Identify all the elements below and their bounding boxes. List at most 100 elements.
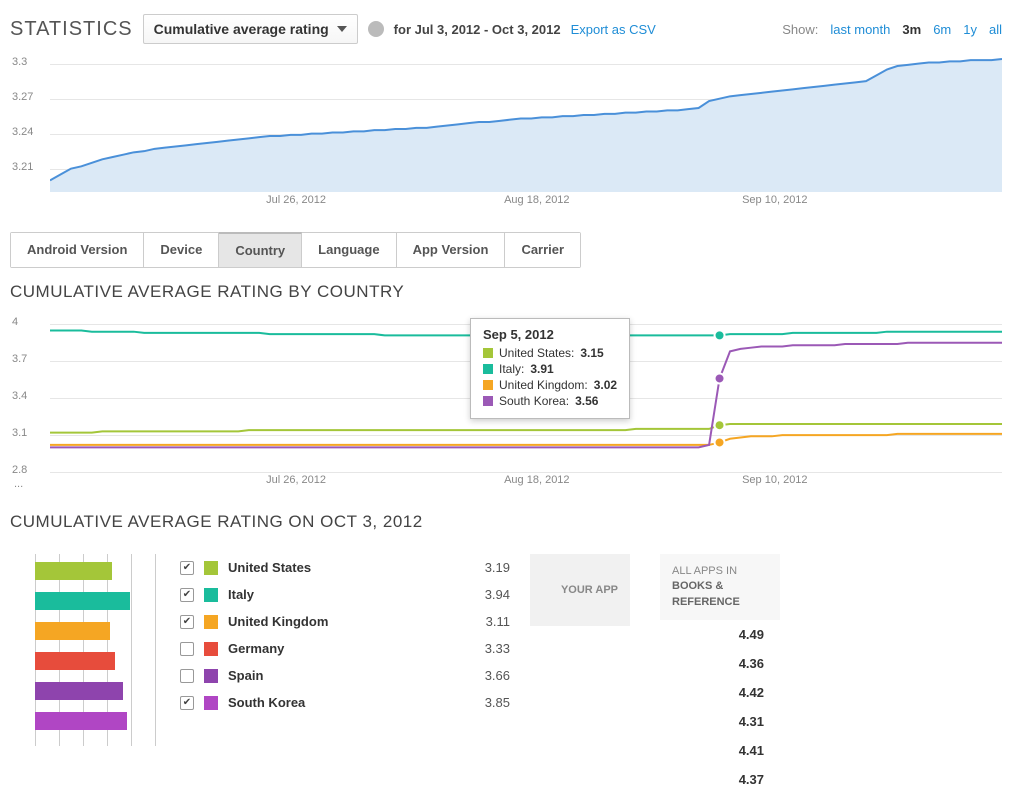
reference-value: 4.42: [660, 678, 780, 707]
x-tick-label: Sep 10, 2012: [742, 194, 807, 206]
country-name: Germany: [228, 641, 450, 656]
page-title: STATISTICS: [10, 18, 133, 41]
country-name: South Korea: [228, 695, 450, 710]
mini-bar: [35, 622, 110, 640]
legend-swatch: [204, 669, 218, 683]
country-checkbox[interactable]: [180, 696, 194, 710]
legend-swatch: [204, 696, 218, 710]
snapshot-comparison: United States 3.19 Italy 3.94 United Kingdom…: [10, 554, 1002, 794]
range-1y[interactable]: 1y: [963, 22, 977, 37]
country-checkbox[interactable]: [180, 561, 194, 575]
reference-values: 4.494.364.424.314.414.37: [660, 620, 780, 794]
legend-swatch: [204, 642, 218, 656]
x-tick-label: Aug 18, 2012: [504, 474, 569, 486]
your-app-value: 3.33: [460, 641, 510, 656]
tooltip-date: Sep 5, 2012: [483, 327, 617, 342]
tab-language[interactable]: Language: [302, 233, 396, 267]
axis-ellipsis: ...: [14, 478, 23, 490]
date-range-label: for Jul 3, 2012 - Oct 3, 2012: [394, 22, 561, 37]
tooltip-series-value: 3.15: [580, 346, 603, 360]
reference-value: 4.36: [660, 649, 780, 678]
country-rating-chart: 2.83.13.43.74 Jul 26, 2012Aug 18, 2012Se…: [10, 312, 1002, 492]
legend-swatch: [204, 615, 218, 629]
tooltip-row: South Korea: 3.56: [483, 394, 617, 408]
country-row: United States 3.19: [180, 554, 510, 581]
y-tick-label: 3.7: [12, 353, 27, 365]
tooltip-row: Italy: 3.91: [483, 362, 617, 376]
country-checkbox[interactable]: [180, 642, 194, 656]
country-checkbox[interactable]: [180, 615, 194, 629]
range-last-month[interactable]: last month: [830, 22, 890, 37]
y-tick-label: 3.21: [12, 161, 33, 173]
section-title-by-country: CUMULATIVE AVERAGE RATING BY COUNTRY: [10, 282, 1002, 302]
country-name: United States: [228, 560, 450, 575]
x-tick-label: Sep 10, 2012: [742, 474, 807, 486]
tooltip-row: United States: 3.15: [483, 346, 617, 360]
tooltip-series-label: South Korea:: [499, 394, 569, 408]
range-all[interactable]: all: [989, 22, 1002, 37]
tab-carrier[interactable]: Carrier: [505, 233, 580, 267]
country-checkbox[interactable]: [180, 669, 194, 683]
tooltip-series-label: Italy:: [499, 362, 524, 376]
mini-bar: [35, 562, 112, 580]
your-app-value: 3.66: [460, 668, 510, 683]
country-row: Germany 3.33: [180, 635, 510, 662]
country-name: Italy: [228, 587, 450, 602]
y-tick-label: 3.1: [12, 427, 27, 439]
tooltip-series-value: 3.56: [575, 394, 598, 408]
country-checkbox[interactable]: [180, 588, 194, 602]
overall-rating-chart: 3.21 3.24 3.27 3.3 Jul 26, 2012 Aug 18, 2012…: [10, 52, 1002, 212]
mini-bar: [35, 682, 123, 700]
legend-swatch: [483, 364, 493, 374]
reference-column-header: ALL APPS IN BOOKS & REFERENCE: [660, 554, 780, 620]
mini-bar: [35, 592, 130, 610]
y-tick-label: 4: [12, 316, 18, 328]
dimension-tabs: Android Version Device Country Language …: [10, 232, 581, 268]
country-name: United Kingdom: [228, 614, 450, 629]
tooltip-series-label: United Kingdom:: [499, 378, 588, 392]
show-label: Show:: [782, 22, 818, 37]
legend-swatch: [483, 380, 493, 390]
mini-bar: [35, 712, 127, 730]
reference-value: 4.37: [660, 765, 780, 794]
help-icon[interactable]: [368, 21, 384, 37]
your-app-value: 3.94: [460, 587, 510, 602]
metric-select-label: Cumulative average rating: [154, 21, 329, 37]
country-row: Spain 3.66: [180, 662, 510, 689]
metric-select[interactable]: Cumulative average rating: [143, 14, 358, 44]
chart-tooltip: Sep 5, 2012 United States: 3.15 Italy: 3.9…: [470, 318, 630, 419]
legend-swatch: [204, 561, 218, 575]
tooltip-series-value: 3.02: [594, 378, 617, 392]
country-name: Spain: [228, 668, 450, 683]
section-title-snapshot: CUMULATIVE AVERAGE RATING ON OCT 3, 2012: [10, 512, 1002, 532]
y-tick-label: 3.3: [12, 56, 27, 68]
your-app-value: 3.11: [460, 614, 510, 629]
tab-device[interactable]: Device: [144, 233, 219, 267]
tab-app-version[interactable]: App Version: [397, 233, 506, 267]
country-row: South Korea3.85: [180, 689, 510, 716]
your-app-value: 3.19: [460, 560, 510, 575]
y-tick-label: 3.27: [12, 91, 33, 103]
mini-bar-chart: [10, 554, 160, 746]
x-tick-label: Aug 18, 2012: [504, 194, 569, 206]
tooltip-series-label: United States:: [499, 346, 574, 360]
tab-country[interactable]: Country: [219, 232, 302, 267]
reference-value: 4.31: [660, 707, 780, 736]
range-6m[interactable]: 6m: [933, 22, 951, 37]
x-tick-label: Jul 26, 2012: [266, 194, 326, 206]
y-tick-label: 3.24: [12, 126, 33, 138]
caret-down-icon: [337, 26, 347, 32]
tab-android-version[interactable]: Android Version: [11, 233, 144, 267]
reference-value: 4.41: [660, 736, 780, 765]
range-3m[interactable]: 3m: [902, 22, 921, 37]
legend-swatch: [204, 588, 218, 602]
country-row: United Kingdom 3.11: [180, 608, 510, 635]
tooltip-series-value: 3.91: [530, 362, 553, 376]
reference-value: 4.49: [660, 620, 780, 649]
your-app-column-header: YOUR APP: [530, 554, 630, 626]
export-csv-link[interactable]: Export as CSV: [571, 22, 656, 37]
legend-swatch: [483, 348, 493, 358]
y-tick-label: 3.4: [12, 390, 27, 402]
mini-bar: [35, 652, 115, 670]
country-row: Italy 3.94: [180, 581, 510, 608]
